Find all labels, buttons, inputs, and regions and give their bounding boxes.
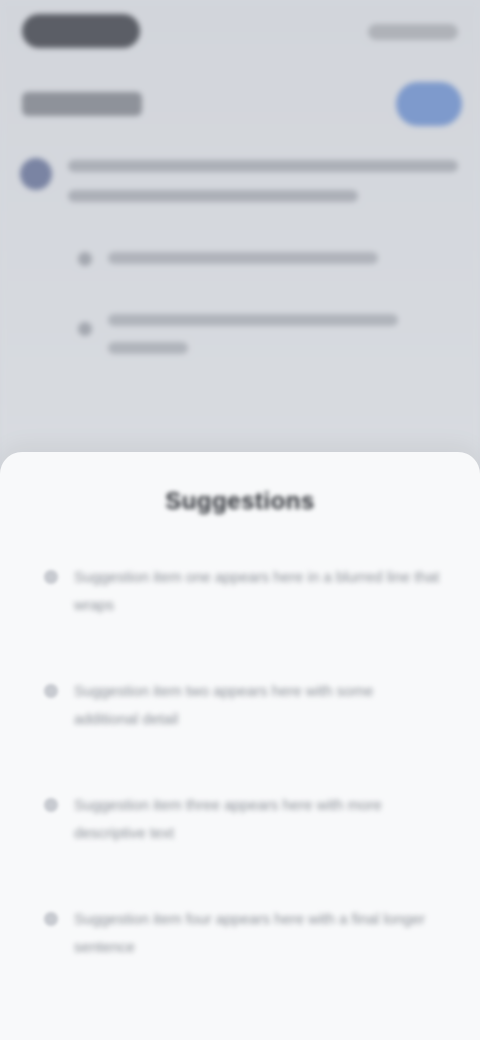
background-list-line <box>108 342 188 354</box>
suggestion-text: Suggestion item one appears here in a bl… <box>74 569 440 614</box>
background-list-line <box>108 252 378 264</box>
header-action-button[interactable] <box>396 82 462 126</box>
suggestion-item[interactable]: Suggestion item four appears here with a… <box>40 906 440 1020</box>
status-indicators <box>368 24 458 40</box>
suggestion-item[interactable]: Suggestion item one appears here in a bl… <box>40 564 440 678</box>
info-row <box>20 152 460 208</box>
suggestion-item[interactable]: Suggestion item three appears here with … <box>40 792 440 906</box>
bullet-icon <box>44 570 58 584</box>
suggestion-item[interactable]: Suggestion item two appears here with so… <box>40 678 440 792</box>
bullet-icon <box>44 684 58 698</box>
status-bar <box>22 14 458 50</box>
info-line <box>68 190 358 202</box>
suggestion-list: Suggestion item one appears here in a bl… <box>40 564 440 1020</box>
info-icon <box>20 158 52 190</box>
background-list-item <box>78 310 408 362</box>
suggestion-text: Suggestion item three appears here with … <box>74 797 382 842</box>
bottom-sheet: Suggestions Suggestion item one appears … <box>0 452 480 1040</box>
bullet-icon <box>44 912 58 926</box>
info-line <box>68 160 458 172</box>
background-screen <box>0 0 480 470</box>
background-list-line <box>108 314 398 326</box>
suggestion-text: Suggestion item four appears here with a… <box>74 911 426 956</box>
status-pill <box>22 14 140 48</box>
sheet-title: Suggestions <box>165 488 315 515</box>
bullet-icon <box>78 322 92 336</box>
background-list-item <box>78 248 408 272</box>
bullet-icon <box>44 798 58 812</box>
page-title <box>22 92 142 116</box>
suggestion-text: Suggestion item two appears here with so… <box>74 683 374 728</box>
bullet-icon <box>78 252 92 266</box>
